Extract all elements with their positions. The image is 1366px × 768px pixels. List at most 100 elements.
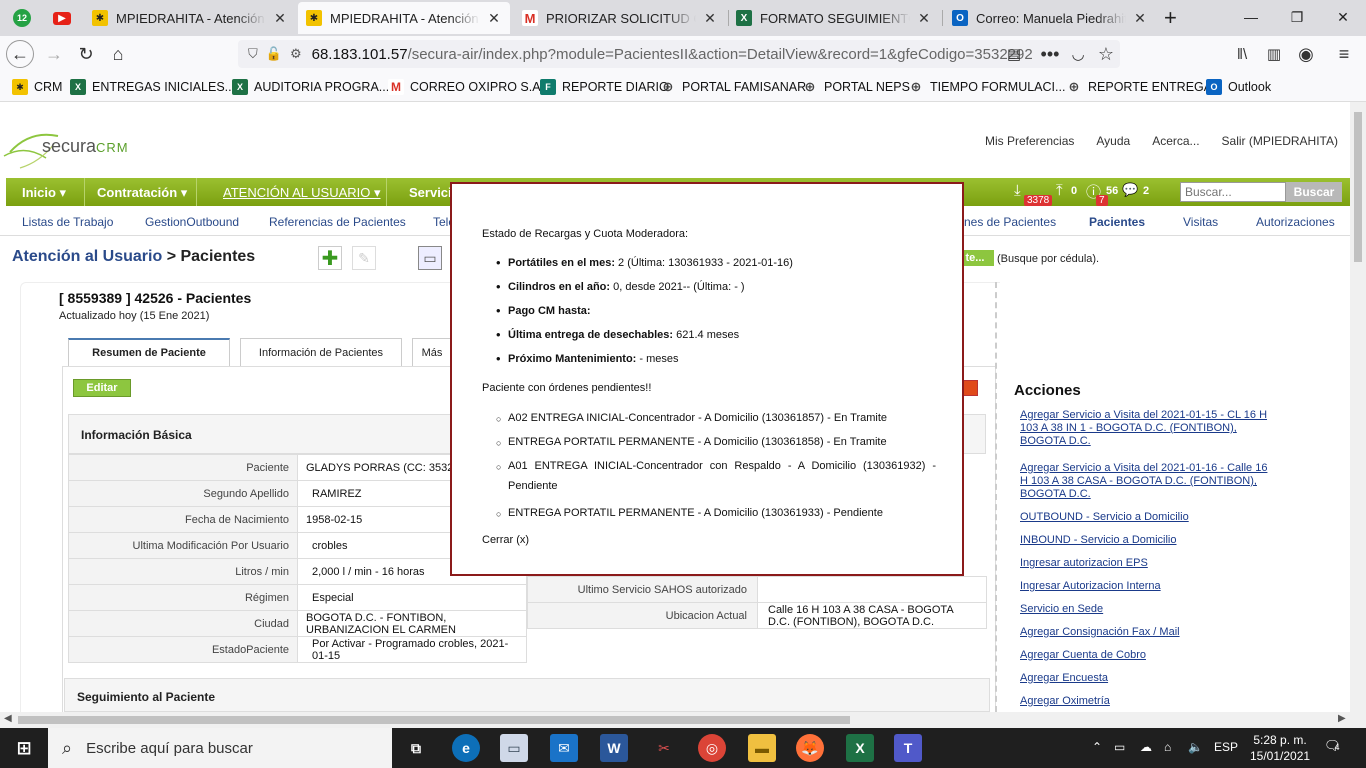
tab-priorizar-solicitud[interactable]: M PRIORIZAR SOLICITUD OXIGE ✕ (514, 2, 726, 34)
tab-correo-outlook[interactable]: O Correo: Manuela Piedrahita - ✕ (944, 2, 1156, 34)
window-icon[interactable]: ▭ (418, 246, 442, 270)
accion-link[interactable]: Servicio en Sede (1020, 603, 1274, 616)
accion-link[interactable]: INBOUND - Servicio a Domicilio (1020, 534, 1274, 547)
menu-icon[interactable]: ≡ (1330, 40, 1358, 68)
global-search-button[interactable]: Buscar (1286, 182, 1342, 202)
account-icon[interactable]: ◉ (1292, 40, 1320, 68)
accion-link[interactable]: Agregar Cuenta de Cobro (1020, 649, 1274, 662)
bookmark-outlook[interactable]: O Outlook (1206, 79, 1271, 95)
menu-contratacion[interactable]: Contratación ▾ (97, 185, 187, 201)
bookmark-star-icon[interactable]: ☆ (1092, 40, 1120, 68)
page-actions-icon[interactable]: ••• (1036, 40, 1064, 68)
submenu-visitas[interactable]: Visitas (1183, 215, 1218, 229)
close-tab-icon[interactable]: ✕ (486, 10, 502, 27)
submenu-gestion-outbound[interactable]: GestionOutbound (145, 215, 239, 229)
bookmark-crm[interactable]: ✱ CRM (12, 79, 62, 95)
onedrive-icon[interactable]: ☁ (1140, 740, 1152, 754)
battery-icon[interactable]: ▭ (1114, 740, 1125, 754)
minimize-button[interactable]: — (1228, 0, 1274, 34)
close-tab-icon[interactable]: ✕ (1132, 10, 1148, 27)
firefox-icon[interactable]: 🦊 (796, 734, 824, 762)
word-icon[interactable]: W (600, 734, 628, 762)
youtube-pinned-tab[interactable]: ▶ (44, 2, 80, 34)
mail-icon[interactable]: ✉ (550, 734, 578, 762)
bookmark-reporte-entregas[interactable]: ⊕ REPORTE ENTREGAS (1066, 79, 1221, 95)
volume-icon[interactable]: 🔈 (1188, 740, 1203, 754)
ayuda-link[interactable]: Ayuda (1096, 134, 1130, 148)
task-view-icon[interactable]: ⧉ (402, 734, 430, 762)
acerca-link[interactable]: Acerca... (1152, 134, 1199, 148)
scroll-right-icon[interactable]: ▶ (1338, 713, 1346, 724)
bookmark-tiempo-formulacion[interactable]: ⊕ TIEMPO FORMULACI... (908, 79, 1066, 95)
accion-link[interactable]: Agregar Encuesta (1020, 672, 1274, 685)
language-indicator[interactable]: ESP (1214, 740, 1238, 754)
salir-link[interactable]: Salir (MPIEDRAHITA) (1222, 134, 1338, 148)
submenu-autorizaciones[interactable]: Autorizaciones (1256, 215, 1335, 229)
modal-close-link[interactable]: Cerrar (x) (482, 534, 529, 546)
edit-button[interactable]: Editar (73, 379, 131, 397)
add-icon[interactable]: ✚ (318, 246, 342, 270)
accion-link[interactable]: Agregar Oximetría (1020, 695, 1274, 708)
file-explorer-icon[interactable]: ▬ (748, 734, 776, 762)
bookmark-entregas-iniciales[interactable]: X ENTREGAS INICIALES.... (70, 79, 239, 95)
chat-icon[interactable]: 💬 (1122, 182, 1138, 198)
url-bar[interactable]: ⛉ 🔓 ⚙ 68.183.101.57 /secura-air/index.ph… (238, 40, 1120, 68)
bookmark-reporte-diario[interactable]: F REPORTE DIARIO (540, 79, 669, 95)
accion-link[interactable]: Ingresar autorizacion EPS (1020, 557, 1274, 570)
submenu-ordenes-de-pacientes[interactable]: nes de Pacientes (964, 215, 1056, 229)
taskbar-search[interactable]: ⌕ Escribe aquí para buscar (48, 728, 392, 768)
close-tab-icon[interactable]: ✕ (272, 10, 288, 27)
tab-resumen-de-paciente[interactable]: Resumen de Paciente (68, 338, 230, 366)
accion-link[interactable]: OUTBOUND - Servicio a Domicilio (1020, 511, 1274, 524)
whatsapp-pinned-tab[interactable]: 12 (6, 2, 38, 34)
menu-atencion-al-usuario[interactable]: ATENCIÓN AL USUARIO ▾ (223, 185, 381, 201)
excel-icon[interactable]: X (846, 734, 874, 762)
chevron-up-icon[interactable]: ⌃ (1092, 740, 1102, 754)
tab-mas[interactable]: Más (412, 338, 452, 366)
pocket-icon[interactable]: ◡ (1064, 40, 1092, 68)
edge-icon[interactable]: e (452, 734, 480, 762)
tab-informacion-de-pacientes[interactable]: Información de Pacientes (240, 338, 402, 366)
bookmark-correo-oxipro[interactable]: M CORREO OXIPRO S.A.S (388, 79, 552, 95)
global-search-input[interactable] (1180, 182, 1286, 202)
bookmark-portal-neps[interactable]: ⊕ PORTAL NEPS (802, 79, 910, 95)
submenu-pacientes[interactable]: Pacientes (1089, 215, 1145, 229)
close-window-button[interactable]: ✕ (1320, 0, 1366, 34)
tab-formato-seguimiento[interactable]: X FORMATO SEGUIMIENTO GD ✕ (728, 2, 940, 34)
clock[interactable]: 5:28 p. m. 15/01/2021 (1250, 732, 1310, 764)
reload-button[interactable]: ↻ (72, 40, 100, 68)
sidebar-icon[interactable]: ▥ (1260, 40, 1288, 68)
submenu-referencias-de-pacientes[interactable]: Referencias de Pacientes (269, 215, 406, 229)
edit-pencil-icon[interactable]: ✎ (352, 246, 376, 270)
breadcrumb-module[interactable]: Atención al Usuario (12, 248, 162, 265)
upload-icon[interactable]: ⤒ (1056, 182, 1063, 199)
download-icon[interactable]: ⤓ (1014, 182, 1021, 199)
mis-preferencias-link[interactable]: Mis Preferencias (985, 134, 1074, 148)
teams-icon[interactable]: T (894, 734, 922, 762)
menu-inicio[interactable]: Inicio ▾ (22, 185, 66, 201)
submenu-listas-de-trabajo[interactable]: Listas de Trabajo (22, 215, 113, 229)
back-button[interactable]: ← (6, 40, 34, 68)
scroll-thumb[interactable] (18, 716, 850, 724)
app-window-icon[interactable]: ▭ (500, 734, 528, 762)
close-tab-icon[interactable]: ✕ (916, 10, 932, 27)
vertical-scrollbar[interactable] (1350, 102, 1366, 712)
library-icon[interactable]: ‖\ (1228, 40, 1256, 68)
accion-link[interactable]: Agregar Consignación Fax / Mail (1020, 626, 1274, 639)
new-tab-button[interactable]: + (1158, 2, 1188, 34)
scroll-left-icon[interactable]: ◀ (4, 713, 12, 724)
home-button[interactable]: ⌂ (104, 40, 132, 68)
forward-button[interactable]: → (40, 40, 68, 68)
snipping-tool-icon[interactable]: ✂ (650, 734, 678, 762)
scroll-thumb[interactable] (1354, 112, 1362, 262)
tab-mpiedrahita-1[interactable]: ✱ MPIEDRAHITA - Atención al U ✕ (84, 2, 296, 34)
close-tab-icon[interactable]: ✕ (702, 10, 718, 27)
accion-link[interactable]: Ingresar Autorizacion Interna (1020, 580, 1274, 593)
tab-mpiedrahita-2-active[interactable]: ✱ MPIEDRAHITA - Atención al U ✕ (298, 2, 510, 34)
bookmark-portal-famisanar[interactable]: ⊕ PORTAL FAMISANAR (660, 79, 807, 95)
reader-view-icon[interactable]: ▤ (1000, 40, 1028, 68)
horizontal-scrollbar[interactable]: ◀ ▶ (0, 712, 1366, 728)
accion-link[interactable]: Agregar Servicio a Visita del 2021-01-16… (1020, 462, 1274, 501)
network-icon[interactable]: ⌂ (1164, 740, 1171, 754)
chrome-icon[interactable]: ◎ (698, 734, 726, 762)
